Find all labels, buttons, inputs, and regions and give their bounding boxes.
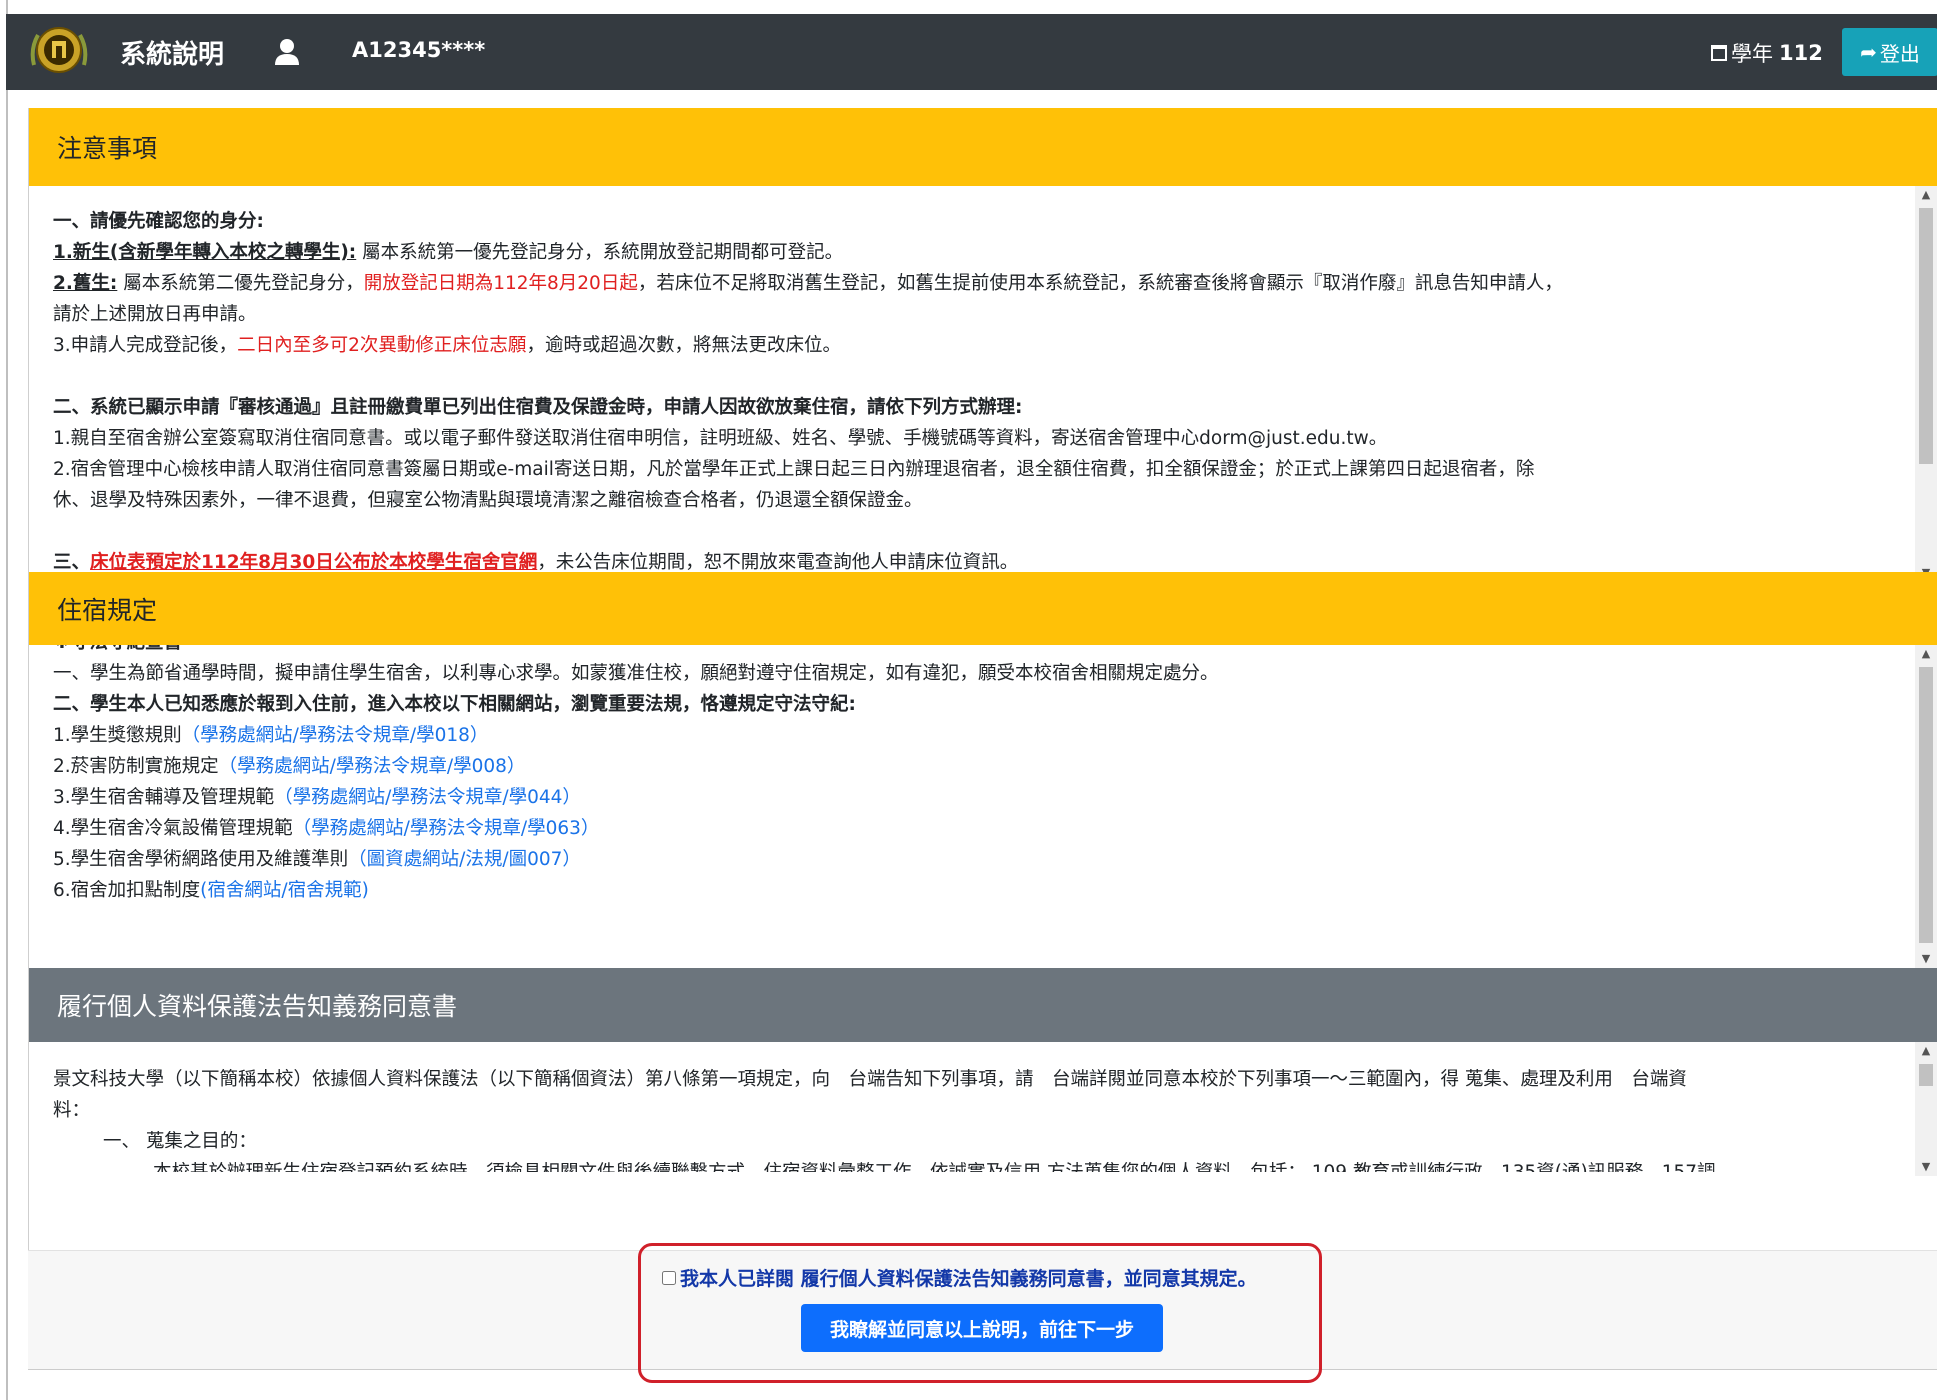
rules-item: 5.學生宿舍學術網路使用及維護準則（圖資處網站/法規/圖007） bbox=[53, 844, 1887, 875]
rules-header: 住宿規定 bbox=[29, 572, 1937, 645]
notice-s1-l2-text: 屬本系統第二優先登記身分， bbox=[117, 273, 364, 294]
rules-body: ※守法守紀宣書 一、學生為節省通學時間，擬申請住學生宿舍，以利專心求學。如蒙獲准… bbox=[29, 636, 1911, 968]
rules-line-2: 二、學生本人已知悉應於報到入住前，進入本校以下相關網站，瀏覽重要法規，恪遵規定守… bbox=[53, 694, 856, 715]
rules-item: 1.學生獎懲規則（學務處網站/學務法令規章/學018） bbox=[53, 720, 1887, 751]
privacy-header: 履行個人資料保護法告知義務同意書 bbox=[29, 968, 1937, 1042]
rules-card: ※守法守紀宣書 一、學生為節省通學時間，擬申請住學生宿舍，以利專心求學。如蒙獲准… bbox=[28, 572, 1937, 968]
notice-s1-title: 一、請優先確認您的身分: bbox=[53, 211, 264, 232]
privacy-card: 履行個人資料保護法告知義務同意書 景文科技大學（以下簡稱本校）依據個人資料保護法… bbox=[28, 968, 1937, 1250]
scroll-up-icon[interactable]: ▲ bbox=[1915, 1042, 1937, 1060]
notice-scrollbar[interactable]: ▲ ▼ bbox=[1915, 186, 1937, 582]
rules-item: 4.學生宿舍冷氣設備管理規範（學務處網站/學務法令規章/學063） bbox=[53, 813, 1887, 844]
rules-item-text: 6.宿舍加扣點制度 bbox=[53, 880, 201, 901]
notice-header: 注意事項 bbox=[29, 108, 1937, 186]
academic-year: 學年 112 bbox=[1711, 38, 1823, 68]
privacy-body: 景文科技大學（以下簡稱本校）依據個人資料保護法（以下簡稱個資法）第八條第一項規定… bbox=[29, 1064, 1911, 1172]
top-navbar: 系統說明 A12345**** 學年 112 ➦ 登出 bbox=[6, 14, 1937, 90]
user-icon bbox=[275, 39, 299, 65]
notice-s2-l2: 2.宿舍管理中心檢核申請人取消住宿同意書簽屬日期或e-mail寄送日期，凡於當學… bbox=[53, 459, 1535, 480]
brand-title[interactable]: 系統說明 bbox=[120, 34, 224, 71]
rules-item-link[interactable]: （學務處網站/學務法令規章/學044） bbox=[274, 787, 581, 808]
rules-item-text: 1.學生獎懲規則 bbox=[53, 725, 182, 746]
privacy-paragraph-1-cont: 料： bbox=[53, 1100, 91, 1121]
notice-s3-red: 床位表預定於112年8月30日公布於本校學生宿舍官網 bbox=[90, 552, 538, 573]
year-value: 112 bbox=[1779, 41, 1823, 65]
privacy-paragraph-1: 景文科技大學（以下簡稱本校）依據個人資料保護法（以下簡稱個資法）第八條第一項規定… bbox=[53, 1069, 1687, 1090]
scroll-up-icon[interactable]: ▲ bbox=[1915, 186, 1937, 204]
notice-s1-l3-text: 3.申請人完成登記後， bbox=[53, 335, 238, 356]
logout-button[interactable]: ➦ 登出 bbox=[1842, 28, 1937, 76]
rules-item-link[interactable]: （學務處網站/學務法令規章/學018） bbox=[182, 725, 489, 746]
notice-s1-l1-text: 屬本系統第一優先登記身分，系統開放登記期間都可登記。 bbox=[356, 242, 844, 263]
rules-item-text: 5.學生宿舍學術網路使用及維護準則 bbox=[53, 849, 349, 870]
notice-s3-text: ，未公告床位期間，恕不開放來電查詢他人申請床位資訊。 bbox=[537, 552, 1019, 573]
user-id: A12345**** bbox=[352, 38, 486, 62]
rules-item: 6.宿舍加扣點制度(宿舍網站/宿舍規範) bbox=[53, 875, 1887, 906]
rules-scrollbar[interactable]: ▲ ▼ bbox=[1915, 645, 1937, 968]
rules-item-text: 4.學生宿舍冷氣設備管理規範 bbox=[53, 818, 293, 839]
year-label: 學年 bbox=[1731, 42, 1773, 66]
page-left-border bbox=[6, 0, 8, 1400]
notice-s2-title: 二、系統已顯示申請『審核通過』且註冊繳費單已列出住宿費及保證金時，申請人因故欲放… bbox=[53, 397, 1023, 418]
rules-item-link[interactable]: (宿舍網站/宿舍規範) bbox=[200, 880, 369, 901]
notice-s1-l1-label: 1.新生(含新學年轉入本校之轉學生): bbox=[53, 242, 357, 263]
notice-body: 一、請優先確認您的身分: 1.新生(含新學年轉入本校之轉學生): 屬本系統第一優… bbox=[29, 201, 1911, 582]
rules-item-text: 2.菸害防制實施規定 bbox=[53, 756, 219, 777]
notice-s1-l3-text2: ，逾時或超過次數，將無法更改床位。 bbox=[526, 335, 841, 356]
privacy-scrollbar[interactable]: ▲ ▼ bbox=[1915, 1042, 1937, 1176]
notice-s1-l2-text2: ，若床位不足將取消舊生登記，如舊生提前使用本系統登記，系統審查後將會顯示『取消作… bbox=[637, 273, 1563, 294]
calendar-icon bbox=[1711, 45, 1727, 61]
notice-s1-l2-label: 2.舊生: bbox=[53, 273, 118, 294]
notice-s1-l2-cont: 請於上述開放日再申請。 bbox=[53, 304, 257, 325]
rules-item: 3.學生宿舍輔導及管理規範（學務處網站/學務法令規章/學044） bbox=[53, 782, 1887, 813]
scroll-down-icon[interactable]: ▼ bbox=[1915, 1158, 1937, 1176]
rules-item: 2.菸害防制實施規定（學務處網站/學務法令規章/學008） bbox=[53, 751, 1887, 782]
logout-label: 登出 bbox=[1879, 41, 1920, 66]
rules-scroll-thumb[interactable] bbox=[1919, 667, 1933, 943]
scroll-up-icon[interactable]: ▲ bbox=[1915, 645, 1937, 663]
school-logo-icon bbox=[30, 27, 88, 73]
notice-scroll-thumb[interactable] bbox=[1919, 208, 1933, 464]
rules-item-link[interactable]: （學務處網站/學務法令規章/學063） bbox=[293, 818, 600, 839]
notice-s2-l2-cont: 休、退學及特殊因素外，一律不退費，但寢室公物清點與環境清潔之離宿檢查合格者，仍退… bbox=[53, 490, 923, 511]
privacy-paragraph-2: 一、 蒐集之目的： bbox=[103, 1131, 257, 1152]
rules-item-link[interactable]: （圖資處網站/法規/圖007） bbox=[348, 849, 581, 870]
notice-s3-prefix: 三、 bbox=[53, 552, 91, 573]
rules-item-link[interactable]: （學務處網站/學務法令規章/學008） bbox=[219, 756, 526, 777]
scroll-down-icon[interactable]: ▼ bbox=[1915, 950, 1937, 968]
rules-item-text: 3.學生宿舍輔導及管理規範 bbox=[53, 787, 275, 808]
sign-out-icon: ➦ bbox=[1860, 40, 1877, 64]
privacy-scroll-thumb[interactable] bbox=[1919, 1064, 1933, 1086]
notice-card: 注意事項 一、請優先確認您的身分: 1.新生(含新學年轉入本校之轉學生): 屬本… bbox=[28, 108, 1937, 582]
notice-s1-l3-red: 二日內至多可2次異動修正床位志願 bbox=[237, 335, 527, 356]
highlight-annotation-box bbox=[638, 1243, 1322, 1383]
notice-s1-l2-date: 開放登記日期為112年8月20日起 bbox=[363, 273, 638, 294]
notice-s2-l1: 1.親自至宿舍辦公室簽寫取消住宿同意書。或以電子郵件發送取消住宿申明信，註明班級… bbox=[53, 428, 1388, 449]
privacy-paragraph-3: 本校基於辦理新生住宿登記預約系統時，須檢具相關文件與後續聯繫方式、住宿資料彙整工… bbox=[53, 1157, 1887, 1172]
rules-line-1: 一、學生為節省通學時間，擬申請住學生宿舍，以利專心求學。如蒙獲准住校，願絕對遵守… bbox=[53, 663, 1219, 684]
